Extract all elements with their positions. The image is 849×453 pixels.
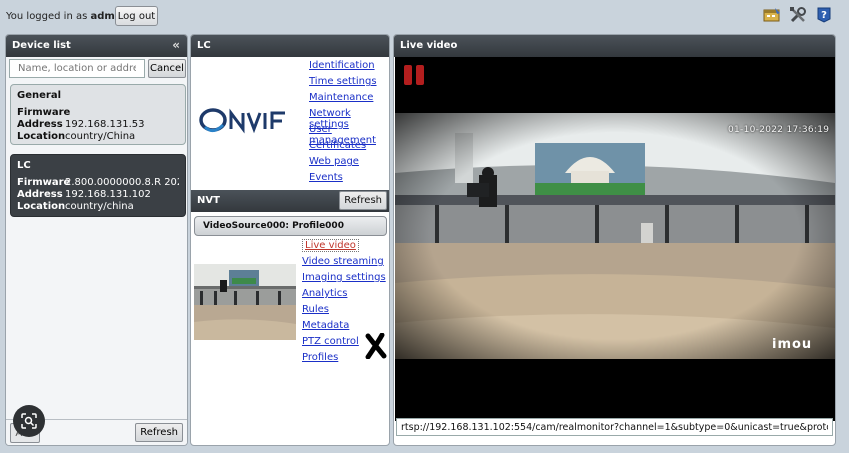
device-name: LC: [17, 160, 31, 171]
live-video-panel: Live video 01-10-2022 17:36:19 imou rtsp…: [393, 34, 836, 446]
device-name: General: [17, 90, 61, 101]
logout-button[interactable]: Log out: [115, 6, 158, 26]
link-profiles[interactable]: Profiles: [302, 352, 338, 363]
video-timestamp: 01-10-2022 17:36:19: [728, 125, 830, 135]
link-video-streaming[interactable]: Video streaming: [302, 256, 384, 267]
login-prefix: You logged in as: [6, 11, 88, 22]
device-search-input[interactable]: [9, 59, 145, 78]
device-card-lc[interactable]: LC Firmware2.800.0000000.8.R 2022-04-2 A…: [10, 154, 186, 217]
lens-icon[interactable]: [13, 405, 45, 437]
lc-settings-links: Identification Time settings Maintenance…: [309, 60, 389, 188]
tools-icon[interactable]: [789, 6, 807, 24]
top-bar: You logged in as admin Log out ?: [0, 0, 849, 32]
cancel-button[interactable]: Cancel: [148, 59, 186, 78]
nvt-header: NVT Refresh: [191, 190, 389, 212]
camera-brand-logo: imou: [772, 337, 813, 352]
link-web-page[interactable]: Web page: [309, 156, 359, 167]
nvt-title: NVT: [197, 195, 220, 206]
device-list-title: Device list: [12, 40, 71, 51]
device-list-panel: Device list « Cancel General Firmware Ad…: [5, 34, 188, 446]
device-card-general[interactable]: General Firmware Address 192.168.131.53 L…: [10, 84, 186, 145]
collapse-icon[interactable]: «: [172, 38, 180, 52]
svg-text:?: ?: [821, 10, 827, 21]
link-imaging-settings[interactable]: Imaging settings: [302, 272, 386, 283]
device-list-header: Device list «: [6, 35, 187, 57]
device-firmware-row: Firmware2.800.0000000.8.R 2022-04-2: [17, 177, 179, 188]
device-location-row: Location country/China: [17, 131, 136, 142]
profile-selector[interactable]: VideoSource000: Profile000: [194, 216, 387, 236]
video-player[interactable]: 01-10-2022 17:36:19 imou: [395, 57, 835, 421]
device-firmware-row: Firmware: [17, 107, 71, 118]
video-frame: [395, 113, 835, 359]
link-rules[interactable]: Rules: [302, 304, 329, 315]
live-video-header: Live video: [394, 35, 835, 57]
link-identification[interactable]: Identification: [309, 60, 375, 71]
lc-title: LC: [197, 40, 211, 51]
live-video-title: Live video: [400, 40, 458, 51]
link-live-video[interactable]: Live video: [302, 239, 359, 252]
lc-panel: LC Identification Time settings Maintena…: [190, 34, 390, 446]
link-time-settings[interactable]: Time settings: [309, 76, 377, 87]
device-address-row: Address 192.168.131.53: [17, 119, 145, 130]
device-address-row: Address 192.168.131.102: [17, 189, 151, 200]
lc-header: LC: [191, 35, 389, 57]
device-location-row: Location country/china: [17, 201, 134, 212]
login-status: You logged in as admin: [6, 11, 125, 22]
link-analytics[interactable]: Analytics: [302, 288, 347, 299]
link-ptz-control[interactable]: PTZ control: [302, 336, 359, 347]
device-search-row: Cancel: [9, 59, 186, 79]
link-events[interactable]: Events: [309, 172, 343, 183]
stream-url-field[interactable]: [396, 418, 833, 436]
pause-icon[interactable]: [404, 65, 424, 85]
link-certificates[interactable]: Certificates: [309, 140, 366, 151]
x-mark-icon: [365, 332, 387, 360]
link-maintenance[interactable]: Maintenance: [309, 92, 373, 103]
link-metadata[interactable]: Metadata: [302, 320, 349, 331]
onvif-logo: [199, 105, 291, 135]
calendar-icon[interactable]: [763, 6, 781, 24]
nvt-refresh-button[interactable]: Refresh: [339, 191, 387, 210]
help-icon[interactable]: ?: [815, 6, 833, 24]
video-thumbnail[interactable]: [194, 264, 296, 340]
device-refresh-button[interactable]: Refresh: [135, 423, 183, 442]
